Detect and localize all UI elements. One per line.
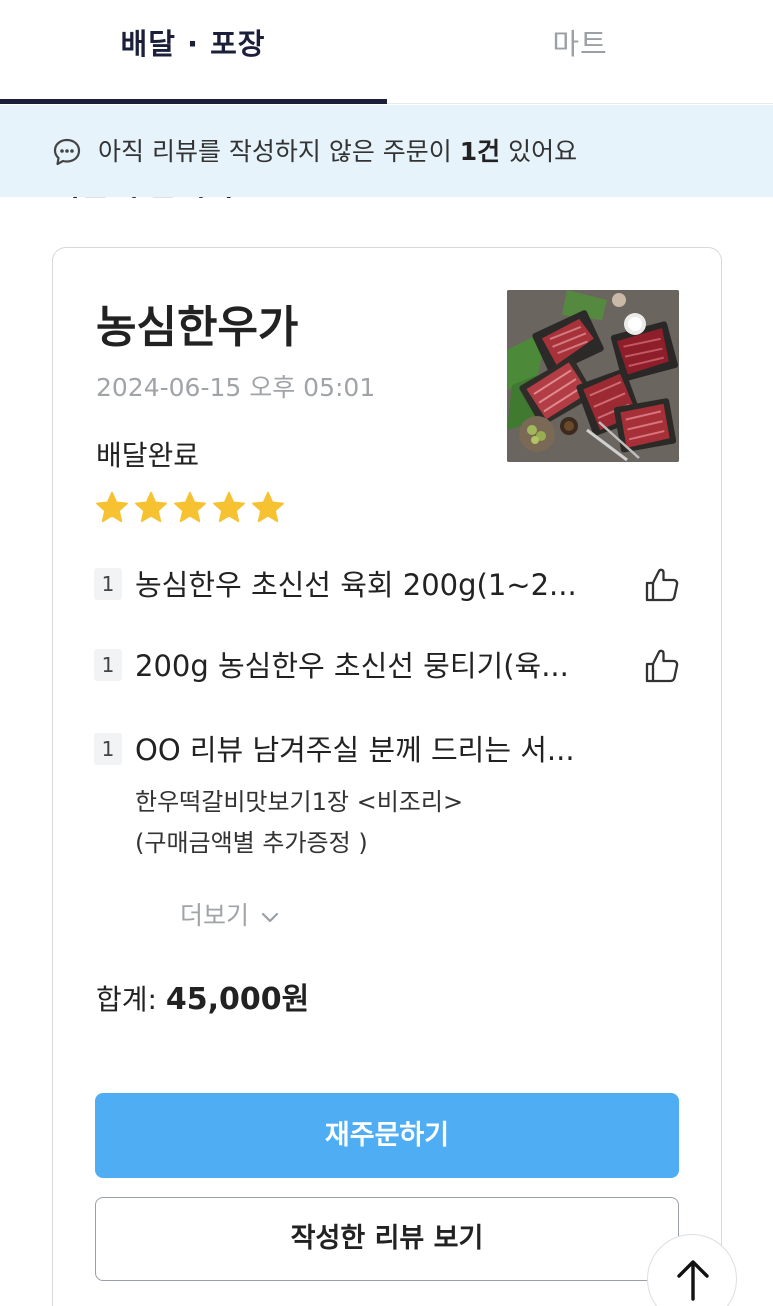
item-name: 농심한우 초신선 육회 200g(1~2... bbox=[135, 568, 577, 602]
banner-text-before: 아직 리뷰를 작성하지 않은 주문이 bbox=[98, 137, 460, 166]
star-icon bbox=[96, 491, 128, 523]
item-quantity: 1 bbox=[94, 568, 122, 600]
item-name: 200g 농심한우 초신선 뭉티기(육... bbox=[135, 649, 569, 683]
order-total: 합계: 45,000원 bbox=[96, 978, 309, 1022]
item-option: (구매금액별 추가증정 ) bbox=[135, 829, 368, 857]
order-item: 1 200g 농심한우 초신선 뭉티기(육... bbox=[94, 646, 684, 690]
show-more-button[interactable]: 더보기 bbox=[180, 896, 279, 936]
item-name: OO 리뷰 남겨주실 분께 드리는 서... bbox=[135, 733, 575, 767]
thumbs-up-icon[interactable] bbox=[642, 646, 682, 686]
item-option: 한우떡갈비맛보기1장 <비조리> bbox=[135, 788, 464, 816]
total-value: 45,000원 bbox=[165, 982, 310, 1017]
show-more-label: 더보기 bbox=[180, 901, 250, 930]
pending-review-count: 1건 bbox=[459, 137, 501, 166]
thumbs-up-icon[interactable] bbox=[642, 565, 682, 605]
total-label: 합계: bbox=[96, 983, 166, 1016]
chat-bubble-icon bbox=[53, 138, 81, 166]
star-icon bbox=[213, 491, 245, 523]
store-name[interactable]: 농심한우가 bbox=[96, 298, 298, 358]
order-date: 2024-06-15 오후 05:01 bbox=[96, 373, 376, 402]
store-thumbnail-image[interactable] bbox=[507, 290, 679, 462]
order-item: 1 OO 리뷰 남겨주실 분께 드리는 서... bbox=[94, 730, 684, 774]
tab-mart[interactable]: 마트 bbox=[387, 0, 773, 104]
item-quantity: 1 bbox=[94, 733, 122, 765]
chevron-down-icon bbox=[261, 896, 279, 936]
star-icon bbox=[252, 491, 284, 523]
active-tab-indicator bbox=[0, 99, 387, 104]
order-type-tabs: 배달 · 포장 마트 bbox=[0, 0, 773, 104]
rating-stars bbox=[94, 490, 286, 530]
order-status: 배달완료 bbox=[96, 439, 200, 472]
arrow-up-icon bbox=[677, 1260, 709, 1301]
star-icon bbox=[135, 491, 167, 523]
item-quantity: 1 bbox=[94, 649, 122, 681]
banner-text-after: 있어요 bbox=[500, 137, 578, 166]
view-review-button[interactable]: 작성한 리뷰 보기 bbox=[95, 1197, 679, 1281]
order-item: 1 농심한우 초신선 육회 200g(1~2... bbox=[94, 565, 684, 609]
review-reminder-text: 아직 리뷰를 작성하지 않은 주문이 1건 있어요 bbox=[98, 133, 577, 171]
tab-delivery-pickup[interactable]: 배달 · 포장 bbox=[0, 0, 386, 104]
reorder-button[interactable]: 재주문하기 bbox=[95, 1093, 679, 1178]
star-icon bbox=[174, 491, 206, 523]
